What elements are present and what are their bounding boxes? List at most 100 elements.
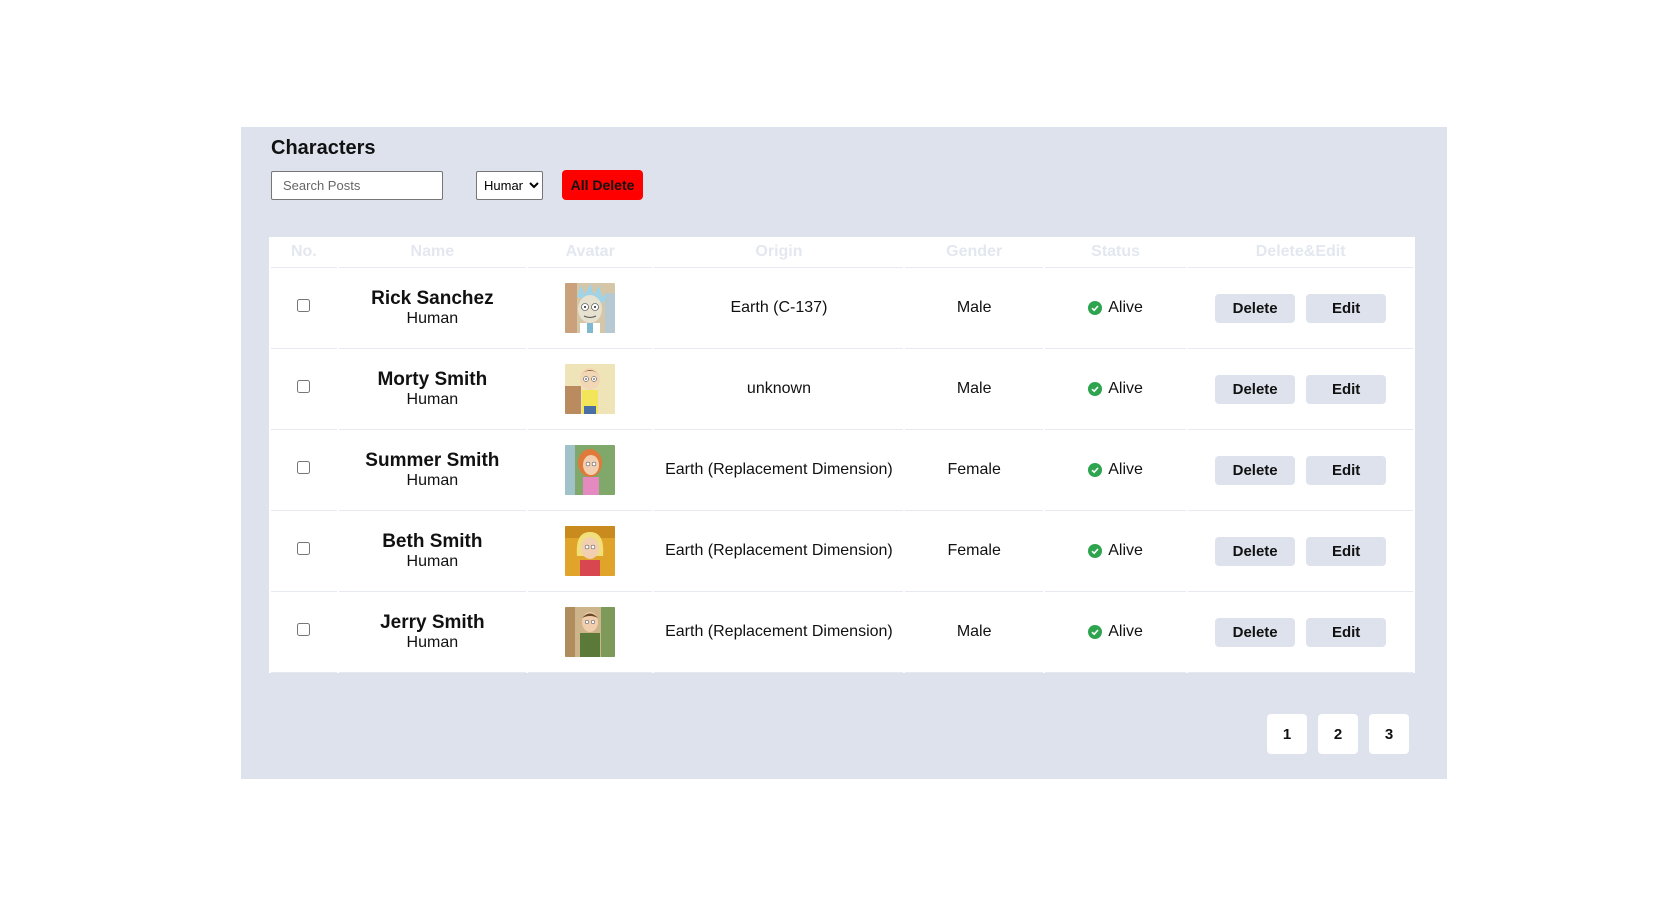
edit-button[interactable]: Edit bbox=[1306, 617, 1387, 647]
edit-button[interactable]: Edit bbox=[1306, 455, 1387, 485]
character-species: Human bbox=[406, 391, 459, 408]
status-badge: Alive bbox=[1088, 299, 1143, 317]
status-badge: Alive bbox=[1088, 461, 1143, 479]
edit-button[interactable]: Edit bbox=[1306, 374, 1387, 404]
header-avatar: Avatar bbox=[527, 237, 653, 268]
name-cell: Summer Smith Human bbox=[338, 430, 526, 511]
delete-button[interactable]: Delete bbox=[1215, 293, 1296, 323]
status-badge: Alive bbox=[1088, 623, 1143, 641]
table-row: Beth Smith Human Earth (Replacement Dime… bbox=[271, 511, 1413, 592]
delete-button[interactable]: Delete bbox=[1215, 374, 1296, 404]
status-cell: Alive bbox=[1044, 511, 1187, 592]
species-filter-select[interactable]: Human bbox=[476, 171, 543, 200]
page-button-1[interactable]: 1 bbox=[1267, 714, 1307, 754]
actions-cell: Delete Edit bbox=[1188, 592, 1413, 673]
header-status: Status bbox=[1044, 237, 1187, 268]
origin-cell: Earth (Replacement Dimension) bbox=[654, 592, 904, 673]
avatar-cell bbox=[527, 349, 653, 430]
characters-table: No. Name Avatar Origin Gender Status Del… bbox=[269, 237, 1415, 673]
avatar-cell bbox=[527, 511, 653, 592]
status-badge: Alive bbox=[1088, 380, 1143, 398]
table-row: Rick Sanchez Human Earth (C-137) Male Al… bbox=[271, 268, 1413, 349]
gender-cell: Male bbox=[905, 349, 1043, 430]
character-name: Morty Smith bbox=[377, 369, 488, 390]
page-button-2[interactable]: 2 bbox=[1318, 714, 1358, 754]
row-checkbox[interactable] bbox=[297, 461, 311, 474]
row-checkbox[interactable] bbox=[297, 623, 311, 636]
row-select-cell bbox=[271, 268, 337, 349]
character-name: Summer Smith bbox=[365, 450, 500, 471]
page-button-3[interactable]: 3 bbox=[1369, 714, 1409, 754]
name-cell: Beth Smith Human bbox=[338, 511, 526, 592]
table-header-row: No. Name Avatar Origin Gender Status Del… bbox=[271, 237, 1413, 268]
avatar-cell bbox=[527, 268, 653, 349]
actions-cell: Delete Edit bbox=[1188, 511, 1413, 592]
origin-cell: Earth (Replacement Dimension) bbox=[654, 511, 904, 592]
edit-button[interactable]: Edit bbox=[1306, 536, 1387, 566]
status-text: Alive bbox=[1108, 622, 1143, 640]
header-actions: Delete&Edit bbox=[1188, 237, 1413, 268]
row-select-cell bbox=[271, 349, 337, 430]
all-delete-button[interactable]: All Delete bbox=[562, 170, 643, 200]
character-species: Human bbox=[406, 310, 459, 327]
status-text: Alive bbox=[1108, 298, 1143, 316]
gender-cell: Male bbox=[905, 268, 1043, 349]
header-name: Name bbox=[338, 237, 526, 268]
status-cell: Alive bbox=[1044, 349, 1187, 430]
edit-button[interactable]: Edit bbox=[1306, 293, 1387, 323]
status-cell: Alive bbox=[1044, 430, 1187, 511]
status-text: Alive bbox=[1108, 541, 1143, 559]
character-name: Beth Smith bbox=[382, 531, 483, 552]
gender-cell: Female bbox=[905, 511, 1043, 592]
table-row: Morty Smith Human unknown Male Alive Del… bbox=[271, 349, 1413, 430]
row-checkbox[interactable] bbox=[297, 380, 311, 393]
row-select-cell bbox=[271, 430, 337, 511]
header-origin: Origin bbox=[654, 237, 904, 268]
status-cell: Alive bbox=[1044, 592, 1187, 673]
name-cell: Jerry Smith Human bbox=[338, 592, 526, 673]
status-text: Alive bbox=[1108, 379, 1143, 397]
page-title: Characters bbox=[271, 137, 376, 159]
character-species: Human bbox=[406, 634, 459, 651]
check-circle-icon bbox=[1088, 543, 1103, 558]
check-circle-icon bbox=[1088, 462, 1103, 477]
gender-cell: Female bbox=[905, 430, 1043, 511]
status-text: Alive bbox=[1108, 460, 1143, 478]
characters-panel: Characters Human All Delete No. Name Ava… bbox=[241, 127, 1447, 779]
row-select-cell bbox=[271, 592, 337, 673]
row-checkbox[interactable] bbox=[297, 299, 311, 312]
delete-button[interactable]: Delete bbox=[1215, 536, 1296, 566]
origin-cell: Earth (Replacement Dimension) bbox=[654, 430, 904, 511]
summer-avatar-icon bbox=[565, 445, 616, 495]
table-row: Jerry Smith Human Earth (Replacement Dim… bbox=[271, 592, 1413, 673]
character-name: Rick Sanchez bbox=[371, 288, 494, 309]
actions-cell: Delete Edit bbox=[1188, 430, 1413, 511]
rick-avatar-icon bbox=[565, 283, 616, 333]
search-input[interactable] bbox=[271, 171, 443, 200]
pagination: 1 2 3 bbox=[1267, 714, 1409, 754]
origin-cell: unknown bbox=[654, 349, 904, 430]
header-gender: Gender bbox=[905, 237, 1043, 268]
check-circle-icon bbox=[1088, 381, 1103, 396]
row-checkbox[interactable] bbox=[297, 542, 311, 555]
origin-cell: Earth (C-137) bbox=[654, 268, 904, 349]
character-name: Jerry Smith bbox=[380, 612, 485, 633]
jerry-avatar-icon bbox=[565, 607, 616, 657]
delete-button[interactable]: Delete bbox=[1215, 455, 1296, 485]
header-no: No. bbox=[271, 237, 337, 268]
character-species: Human bbox=[406, 472, 459, 489]
avatar-cell bbox=[527, 592, 653, 673]
delete-button[interactable]: Delete bbox=[1215, 617, 1296, 647]
table-row: Summer Smith Human Earth (Replacement Di… bbox=[271, 430, 1413, 511]
name-cell: Morty Smith Human bbox=[338, 349, 526, 430]
check-circle-icon bbox=[1088, 300, 1103, 315]
name-cell: Rick Sanchez Human bbox=[338, 268, 526, 349]
row-select-cell bbox=[271, 511, 337, 592]
actions-cell: Delete Edit bbox=[1188, 349, 1413, 430]
beth-avatar-icon bbox=[565, 526, 616, 576]
character-species: Human bbox=[406, 553, 459, 570]
gender-cell: Male bbox=[905, 592, 1043, 673]
check-circle-icon bbox=[1088, 624, 1103, 639]
avatar-cell bbox=[527, 430, 653, 511]
status-badge: Alive bbox=[1088, 542, 1143, 560]
